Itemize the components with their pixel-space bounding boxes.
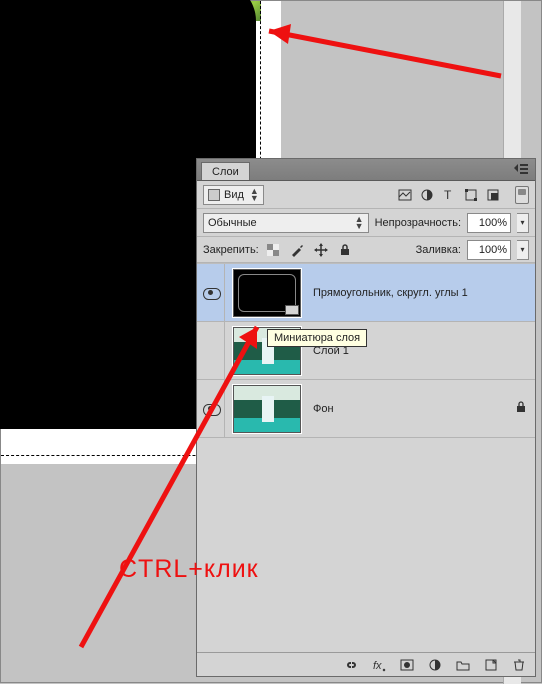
link-layers-icon[interactable] [343,657,359,673]
layers-list: Прямоугольник, скругл. углы 1 Слой 1 Фон [197,263,535,652]
visibility-toggle[interactable] [197,322,225,379]
layers-panel: Слои Вид ▲▼ T Обычные ▲▼ Непрозрачность:… [196,158,536,677]
lock-label: Закрепить: [203,244,259,256]
panel-tab-bar: Слои [197,159,535,181]
layer-filter-row: Вид ▲▼ T [197,181,535,209]
chevron-updown-icon: ▲▼ [250,188,259,202]
visibility-toggle[interactable] [197,380,225,437]
lock-pixels-icon[interactable] [289,242,305,258]
new-layer-icon[interactable] [483,657,499,673]
chevron-updown-icon: ▲▼ [355,216,364,230]
panel-menu-icon[interactable] [511,162,531,176]
layer-row[interactable]: Прямоугольник, скругл. углы 1 [197,264,535,322]
blend-mode-value: Обычные [208,217,257,229]
layer-style-icon[interactable]: fx [371,657,387,673]
layer-group-icon[interactable] [455,657,471,673]
fill-dropdown-icon[interactable]: ▾ [517,240,529,260]
lock-position-icon[interactable] [313,242,329,258]
eye-icon [203,288,219,298]
filter-kind-label: Вид [224,189,244,201]
filter-adjustment-icon[interactable] [419,187,435,203]
blend-row: Обычные ▲▼ Непрозрачность: 100% ▾ [197,209,535,237]
blend-mode-select[interactable]: Обычные ▲▼ [203,213,369,233]
layer-thumbnail[interactable] [233,269,301,317]
tab-layers[interactable]: Слои [201,162,250,180]
filter-shape-icon[interactable] [463,187,479,203]
opacity-label: Непрозрачность: [375,217,461,229]
fill-label: Заливка: [416,244,461,256]
filter-pixel-icon[interactable] [397,187,413,203]
svg-text:T: T [444,188,452,202]
opacity-input[interactable]: 100% [467,213,511,233]
lock-indicator-icon [515,401,527,416]
tooltip: Миниатюра слоя [267,329,367,347]
lock-row: Закрепить: Заливка: 100% ▾ [197,237,535,263]
svg-text:fx: fx [373,660,382,672]
layer-thumbnail[interactable] [233,385,301,433]
lock-transparency-icon[interactable] [265,242,281,258]
filter-toggle-switch[interactable] [515,186,529,204]
search-icon [208,189,220,201]
layer-row[interactable]: Фон [197,380,535,438]
delete-layer-icon[interactable] [511,657,527,673]
filter-smart-icon[interactable] [485,187,501,203]
vector-mask-badge-icon [285,305,299,315]
panel-bottom-bar: fx [197,652,535,676]
visibility-toggle[interactable] [197,264,225,321]
layer-mask-icon[interactable] [399,657,415,673]
filter-type-icon[interactable]: T [441,187,457,203]
lock-all-icon[interactable] [337,242,353,258]
layer-name[interactable]: Фон [313,403,334,415]
layer-name[interactable]: Прямоугольник, скругл. углы 1 [313,287,468,299]
fill-input[interactable]: 100% [467,240,511,260]
opacity-dropdown-icon[interactable]: ▾ [517,213,529,233]
filter-kind-select[interactable]: Вид ▲▼ [203,185,264,205]
eye-icon [203,404,219,414]
annotation-text: CTRL+клик [119,555,259,584]
adjustment-layer-icon[interactable] [427,657,443,673]
